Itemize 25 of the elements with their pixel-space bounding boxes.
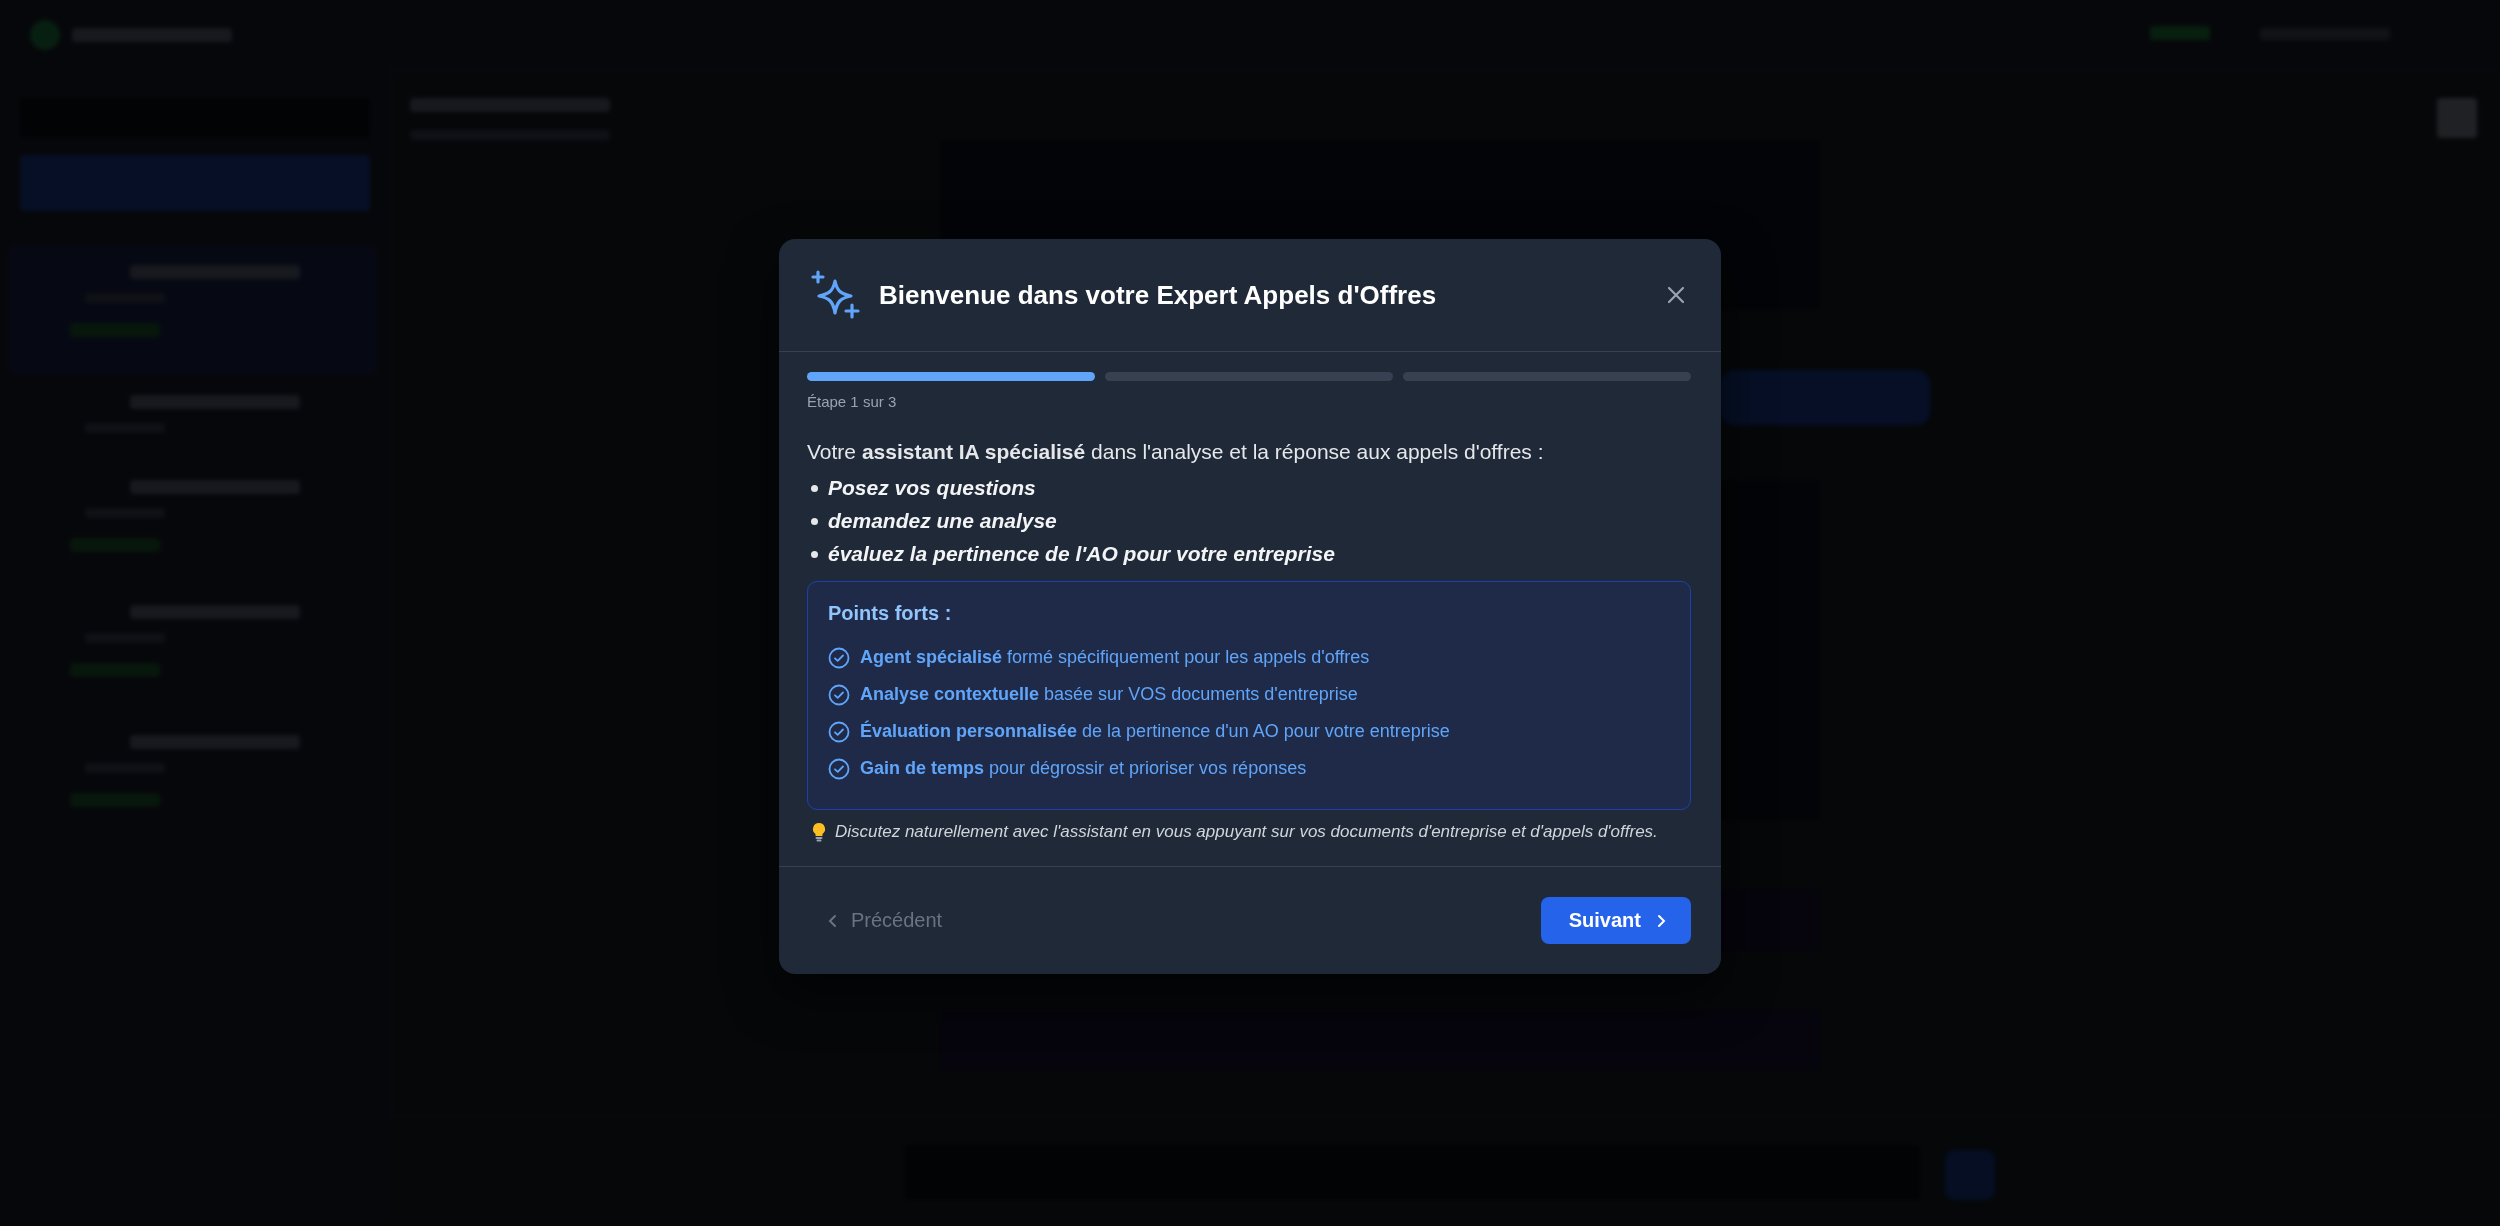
close-icon [1665,284,1687,306]
bullet-item: évaluez la pertinence de l'AO pour votre entreprise [828,541,1335,568]
dialog-title: Bienvenue dans votre Expert Appels d'Offres [879,279,1438,311]
highlight-item: Évaluation personnalisée de la pertinence d'un AO pour votre entreprise [860,721,1450,742]
intro-text: Votre assistant IA spécialisé dans l'analyse et la réponse aux appels d'offres : [807,440,1545,464]
step-label: Étape 1 sur 3 [807,393,898,410]
bullet-icon [811,518,818,525]
highlight-item: Gain de temps pour dégrossir et prioriser vos réponses [860,758,1307,779]
chevron-left-icon [827,912,839,929]
check-circle-icon [828,720,850,743]
next-button[interactable]: Suivant [1540,897,1691,944]
sparkle-icon [809,269,861,321]
bullet-icon [811,485,818,492]
chevron-right-icon [1655,912,1667,929]
tip-text: Discutez naturellement avec l'assistant en vous appuyant sur vos documents d'entreprise et d'appels d'offres. [835,822,1658,842]
highlight-item: Agent spécialisé formé spécifiquement pour les appels d'offres [860,647,1370,668]
bullet-item: Posez vos questions [828,475,1036,502]
highlights-title: Points forts : [828,602,953,625]
highlight-item: Analyse contextuelle basée sur VOS documents d'entreprise [860,684,1358,705]
bullet-icon [811,551,818,558]
check-circle-icon [828,646,850,669]
lightbulb-icon [811,822,827,842]
check-circle-icon [828,683,850,706]
check-circle-icon [828,757,850,780]
bullet-item: demandez une analyse [828,508,1057,535]
